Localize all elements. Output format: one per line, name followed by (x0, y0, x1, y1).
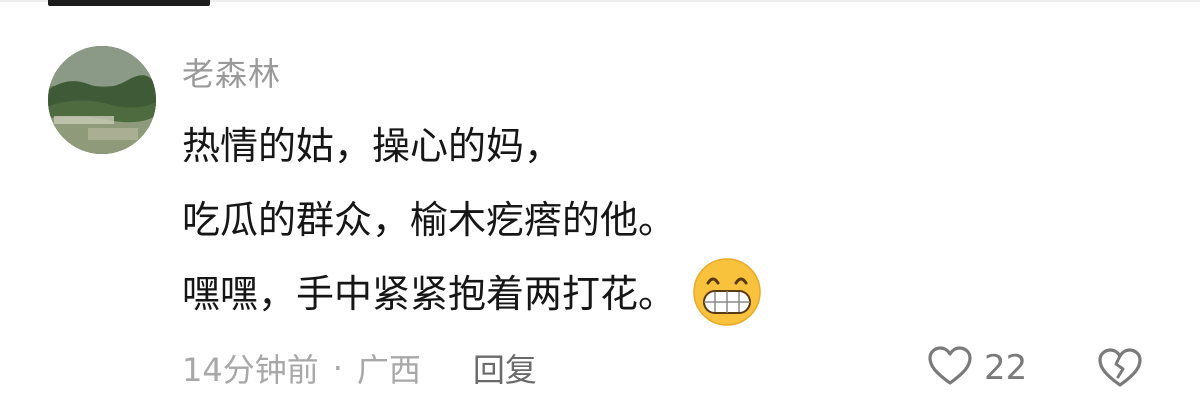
like-count: 22 (984, 348, 1028, 388)
comment-line-3: 嘿嘿，手中紧紧抱着两打花。 (182, 258, 1082, 326)
comment-body: 热情的姑，操心的妈， 吃瓜的群众，榆木疙瘩的他。 嘿嘿，手中紧紧抱着两打花。 (182, 122, 1082, 344)
timestamp: 14分钟前 (182, 351, 319, 389)
broken-heart-icon[interactable] (1096, 344, 1144, 392)
comment-line-1: 热情的姑，操心的妈， (182, 122, 1082, 170)
like-button[interactable]: 22 (926, 344, 1027, 392)
comment-line-1-text: 热情的姑，操心的妈， (182, 124, 563, 168)
comment-line-2-text: 吃瓜的群众，榆木疙瘩的他。 (182, 198, 677, 242)
tab-indicator (48, 0, 210, 6)
grinning-face-emoji-icon (692, 257, 762, 327)
reply-button[interactable]: 回复 (473, 345, 537, 391)
comment-meta: 14分钟前 · 广西 回复 (182, 346, 537, 390)
comment-line-3-text: 嘿嘿，手中紧紧抱着两打花。 (182, 272, 677, 316)
comment-line-2: 吃瓜的群众，榆木疙瘩的他。 (182, 196, 1082, 244)
heart-outline-icon (926, 342, 974, 394)
avatar[interactable] (48, 46, 156, 154)
comment-screen: 老森林 热情的姑，操心的妈， 吃瓜的群众，榆木疙瘩的他。 嘿嘿，手中紧紧抱着两打… (0, 0, 1200, 418)
username[interactable]: 老森林 (182, 52, 281, 96)
location: 广西 (356, 351, 421, 389)
meta-separator: · (332, 349, 343, 387)
